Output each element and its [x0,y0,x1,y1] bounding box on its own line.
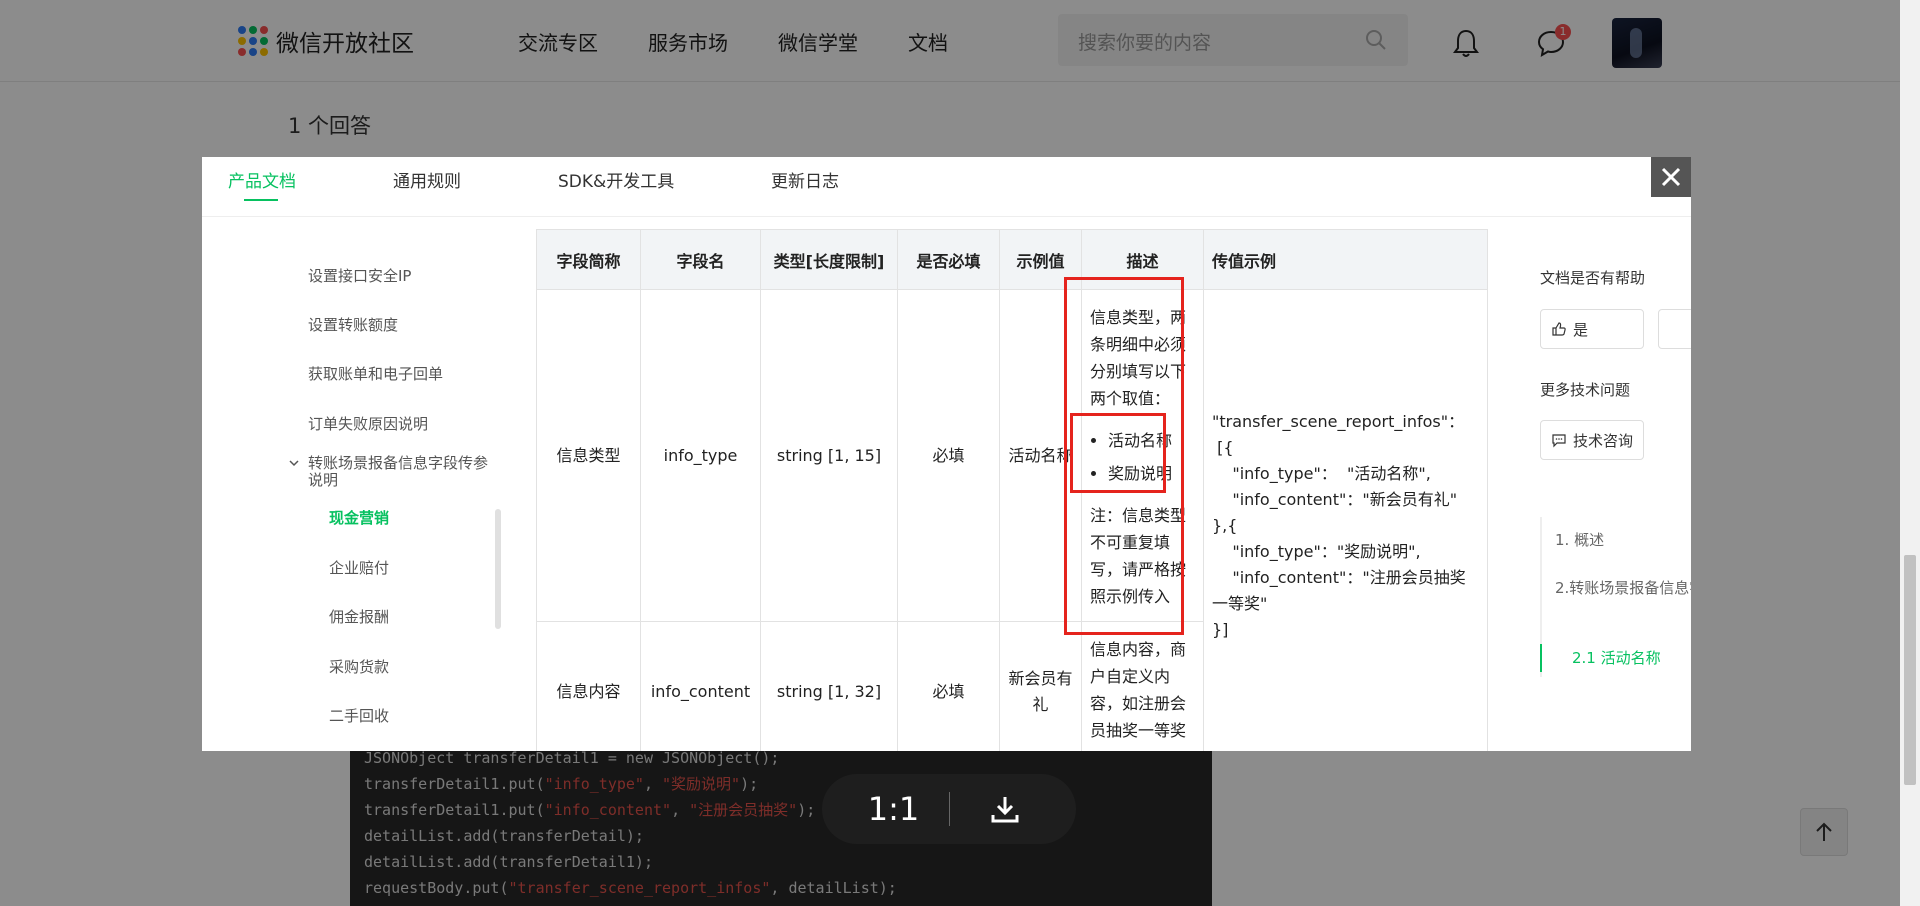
download-icon [991,797,1018,823]
page-scroll-thumb[interactable] [1904,555,1916,785]
sidebar-item-commission[interactable]: 佣金报酬 [329,606,389,627]
image-viewer-toolbar: 1:1 [822,774,1076,844]
cell-type: string [1, 15] [760,289,898,622]
toc-item-activity-name[interactable]: 2.1 活动名称 [1572,647,1661,669]
header-short-name: 字段简称 [536,229,641,290]
header-field: 字段名 [640,229,761,290]
highlight-box-values [1070,413,1166,493]
cell-example: 新会员有礼 [999,621,1082,751]
sidebar-item-enterprise-compensation[interactable]: 企业赔付 [329,557,389,578]
sidebar-item-cash-marketing[interactable]: 现金营销 [329,507,389,528]
tab-changelog[interactable]: 更新日志 [771,167,839,192]
cell-desc: 信息内容，商户自定义内容，如注册会员抽奖一等奖 [1081,621,1204,751]
tab-product-docs[interactable]: 产品文档 [228,167,296,192]
cell-required: 必填 [897,621,1000,751]
header-type: 类型[长度限制] [760,229,898,290]
chevron-down-icon[interactable] [288,457,300,469]
cell-short-name: 信息类型 [536,289,641,622]
sidebar-item-security-ip[interactable]: 设置接口安全IP [308,265,411,286]
fields-table: 字段简称 字段名 类型[长度限制] 是否必填 示例值 描述 传值示例 信息类型 … [536,229,1488,751]
doc-tabs: 产品文档 通用规则 SDK&开发工具 更新日志 [202,157,1691,217]
cell-field: info_content [640,621,761,751]
helpful-yes-label: 是 [1573,320,1589,339]
sidebar-item-fail-reasons[interactable]: 订单失败原因说明 [308,413,428,434]
table-row: 信息类型 info_type string [1, 15] 必填 活动名称 信息… [536,289,1488,751]
cell-field: info_type [640,289,761,622]
doc-sidebar: 设置接口安全IP 设置转账额度 获取账单和电子回单 订单失败原因说明 转账场景报… [202,217,502,751]
cell-type: string [1, 32] [760,621,898,751]
sidebar-item-scene-fields[interactable]: 转账场景报备信息字段传参说明 [308,455,488,489]
helpful-title: 文档是否有帮助 [1540,269,1646,287]
header-required: 是否必填 [897,229,1000,290]
tech-consult-button[interactable]: 技术咨询 [1540,420,1644,460]
close-viewer-button[interactable] [1651,157,1691,197]
sidebar-scrollbar[interactable] [495,509,501,629]
download-button[interactable] [950,789,1060,829]
cell-pass-example: "transfer_scene_report_infos"： [{ "info_… [1203,289,1488,751]
close-icon [1661,167,1681,187]
tab-sdk-tools[interactable]: SDK&开发工具 [558,167,674,192]
thumbs-up-icon [1552,322,1566,336]
table-header-row: 字段简称 字段名 类型[长度限制] 是否必填 示例值 描述 传值示例 [536,229,1488,290]
more-questions-title: 更多技术问题 [1540,381,1631,399]
sidebar-item-transfer-limit[interactable]: 设置转账额度 [308,314,398,335]
helpful-no-button[interactable] [1658,309,1691,349]
active-tab-indicator [244,199,278,201]
actual-size-button[interactable]: 1:1 [839,790,949,828]
sidebar-item-recycling[interactable]: 二手回收 [329,705,389,726]
chat-bubble-icon [1552,434,1566,448]
viewed-screenshot: 产品文档 通用规则 SDK&开发工具 更新日志 设置接口安全IP 设置转账额度 … [202,157,1691,751]
toc-active-indicator [1540,644,1542,672]
cell-short-name: 信息内容 [536,621,641,751]
sidebar-item-bills[interactable]: 获取账单和电子回单 [308,363,443,384]
cell-required: 必填 [897,289,1000,622]
sidebar-item-purchase[interactable]: 采购货款 [329,656,389,677]
tech-consult-label: 技术咨询 [1573,431,1634,450]
tab-general-rules[interactable]: 通用规则 [393,167,461,192]
header-pass-example: 传值示例 [1203,229,1488,290]
helpful-yes-button[interactable]: 是 [1540,309,1644,349]
toc-item-overview[interactable]: 1. 概述 [1555,529,1604,551]
toc-item-scene-fields[interactable]: 2.转账场景报备信息字段要求 [1555,577,1691,599]
